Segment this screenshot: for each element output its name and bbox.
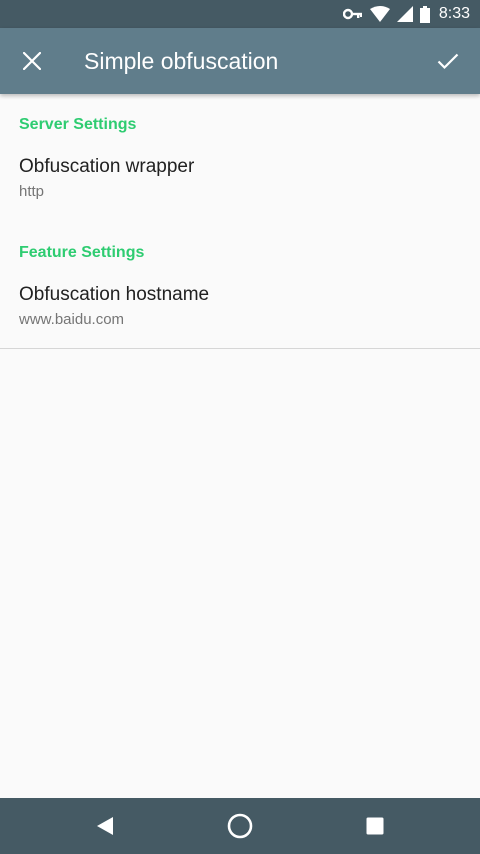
- page-title: Simple obfuscation: [84, 48, 279, 74]
- close-icon: [23, 52, 41, 70]
- back-icon: [97, 817, 113, 835]
- navigation-bar: [0, 798, 480, 854]
- home-button[interactable]: [220, 806, 260, 846]
- divider: [0, 348, 480, 349]
- pref-summary: www.baidu.com: [19, 311, 125, 328]
- recents-icon: [366, 817, 384, 835]
- section-header-feature-settings: Feature Settings: [19, 244, 145, 261]
- pref-obfuscation-wrapper[interactable]: Obfuscation wrapper http: [0, 144, 480, 216]
- pref-summary: http: [19, 183, 45, 200]
- save-button[interactable]: [428, 41, 468, 81]
- home-icon: [227, 813, 253, 839]
- recents-button[interactable]: [355, 806, 395, 846]
- status-bar: 8:33: [0, 0, 480, 28]
- status-icons: 8:33: [342, 0, 470, 28]
- pref-title: Obfuscation hostname: [19, 284, 210, 305]
- toolbar: Simple obfuscation: [0, 28, 480, 94]
- pref-title: Obfuscation wrapper: [19, 156, 195, 177]
- vpn-key-icon: [342, 8, 363, 20]
- wifi-icon: [369, 6, 390, 22]
- status-time: 8:33: [438, 5, 470, 22]
- check-icon: [437, 53, 459, 70]
- section-header-server-settings: Server Settings: [19, 116, 137, 133]
- close-button[interactable]: [12, 41, 52, 81]
- signal-icon: [396, 6, 413, 22]
- pref-obfuscation-hostname[interactable]: Obfuscation hostname www.baidu.com: [0, 272, 480, 344]
- battery-icon: [419, 5, 430, 23]
- back-button[interactable]: [85, 806, 125, 846]
